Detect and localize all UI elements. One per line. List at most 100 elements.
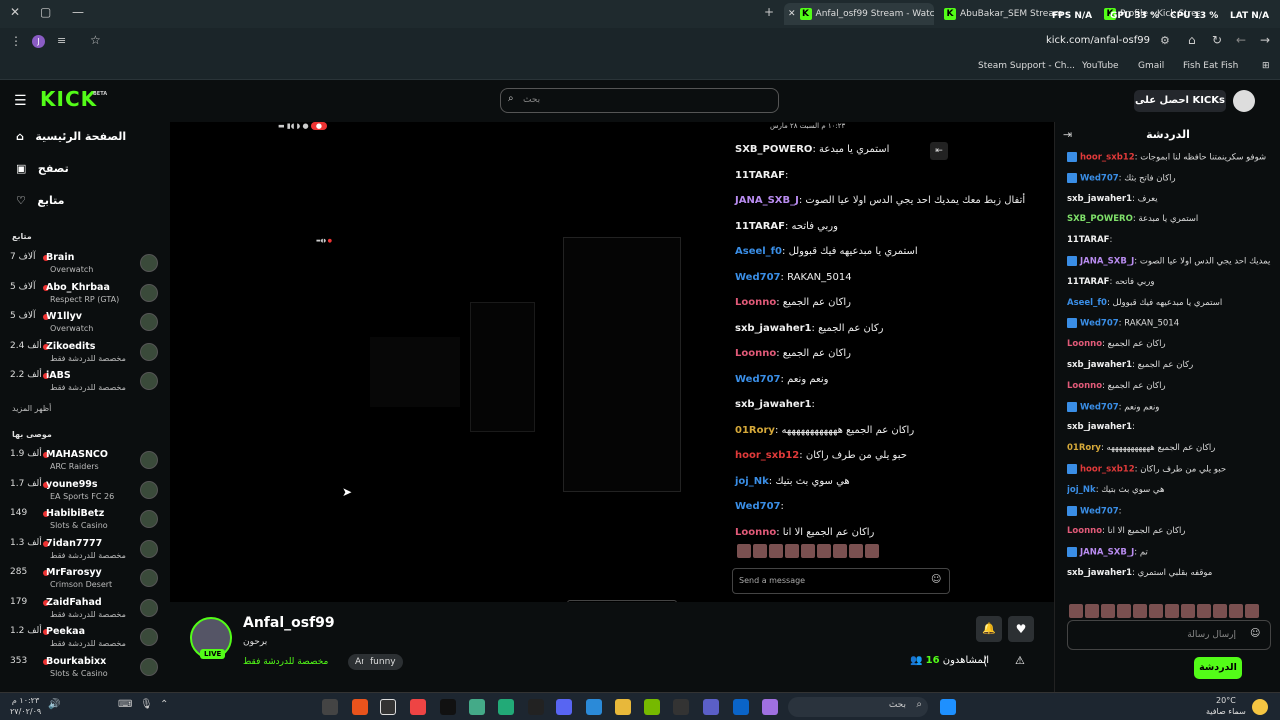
- url-text[interactable]: kick.com/anfal-osf99: [1046, 35, 1150, 46]
- notification-bell-icon[interactable]: 🔔: [976, 616, 1002, 642]
- chat-username[interactable]: Loonno: [1067, 339, 1102, 349]
- restore-window-icon[interactable]: ▢: [40, 5, 51, 19]
- app-icon-2[interactable]: [673, 699, 689, 715]
- streamer-name[interactable]: Anfal_osf99: [243, 615, 335, 631]
- chat-username[interactable]: hoor_sxb12: [1080, 153, 1135, 163]
- tag-funny[interactable]: funny: [363, 654, 403, 670]
- chat-username[interactable]: Wed707: [1080, 173, 1119, 183]
- reading-list-icon[interactable]: ≡: [57, 34, 66, 47]
- back-icon[interactable]: →: [1260, 33, 1270, 47]
- recommended-channel[interactable]: 149 HabibiBetz Slots & Casino: [10, 508, 160, 538]
- keyboard-icon[interactable]: ⌨: [118, 699, 134, 715]
- user-avatar[interactable]: [1233, 90, 1255, 112]
- chat-username[interactable]: 11TARAF: [1067, 235, 1109, 245]
- kick-logo[interactable]: KICK: [40, 87, 97, 111]
- taskbar-search[interactable]: بحث ⌕: [788, 697, 928, 717]
- teams-icon[interactable]: [703, 699, 719, 715]
- following-channel[interactable]: 5 آلاف Abo_Khrbaa Respect RP (GTA): [10, 282, 160, 312]
- recommended-channel[interactable]: 353 Bourkabixx Slots & Casino: [10, 656, 160, 686]
- capcut-icon[interactable]: [528, 699, 544, 715]
- tab-anfal[interactable]: ✕ K Anfal_osf99 Stream - Watc: [784, 3, 934, 25]
- volume-icon[interactable]: 🔊: [48, 699, 64, 715]
- following-channel[interactable]: 5 آلاف W1llyv Overwatch: [10, 311, 160, 341]
- bookmark-steam[interactable]: Steam Support - Ch...: [978, 61, 1075, 71]
- chat-username[interactable]: Wed707: [1080, 402, 1119, 412]
- bookmark-star-icon[interactable]: ☆: [90, 33, 101, 47]
- home-browser-icon[interactable]: ⌂: [1188, 33, 1196, 47]
- chat-username[interactable]: Loonno: [1067, 381, 1102, 391]
- bookmarks-folder-icon[interactable]: ⊞: [1262, 61, 1270, 71]
- brave-icon[interactable]: [352, 699, 368, 715]
- chat-username[interactable]: Aseel_f0: [1067, 298, 1107, 308]
- tiktok-icon[interactable]: [440, 699, 456, 715]
- recommended-channel[interactable]: 1.3 ألف 7idan7777 مخصصة للدردشة فقط: [10, 538, 160, 568]
- nvidia-icon[interactable]: [644, 699, 660, 715]
- app-a-icon[interactable]: [410, 699, 426, 715]
- tray-chevron-icon[interactable]: ⌃: [160, 699, 176, 715]
- chat-username[interactable]: JANA_SXB_J: [1080, 548, 1134, 558]
- emoji-icon[interactable]: ☺: [1250, 628, 1260, 639]
- app-icon[interactable]: [322, 699, 338, 715]
- recommended-channel[interactable]: 1.7 ألف youne99s EA Sports FC 26: [10, 479, 160, 509]
- hamburger-menu-icon[interactable]: ☰: [14, 93, 27, 109]
- epic-games-icon[interactable]: [380, 699, 396, 715]
- profile-avatar-icon[interactable]: J: [32, 35, 45, 48]
- bookmark-gmail[interactable]: Gmail: [1138, 61, 1164, 71]
- recommended-channel[interactable]: 285 MrFarosyy Crimson Desert: [10, 567, 160, 597]
- edge-icon[interactable]: [586, 699, 602, 715]
- report-icon[interactable]: ⚠: [1015, 654, 1025, 667]
- chat-username[interactable]: sxb_jawaher1: [1067, 422, 1132, 432]
- mic-icon[interactable]: 🎙: [140, 699, 156, 715]
- chat-username[interactable]: sxb_jawaher1: [1067, 568, 1132, 578]
- bookmark-youtube[interactable]: YouTube: [1082, 61, 1119, 71]
- follow-heart-icon[interactable]: ♥: [1008, 616, 1034, 642]
- chat-username[interactable]: JANA_SXB_J: [1080, 257, 1134, 267]
- nav-following[interactable]: ♡ متابع: [16, 194, 64, 207]
- bookmark-fish[interactable]: Fish Eat Fish: [1183, 61, 1238, 71]
- chat-username[interactable]: sxb_jawaher1: [1067, 194, 1132, 204]
- reload-icon[interactable]: ↻: [1212, 33, 1222, 47]
- chat-username[interactable]: joj_Nk: [1067, 485, 1096, 495]
- site-settings-icon[interactable]: ⚙: [1160, 34, 1170, 47]
- chat-username[interactable]: Loonno: [1067, 526, 1102, 536]
- following-channel[interactable]: 2.2 ألف iABS مخصصة للدردشة فقط: [10, 370, 160, 400]
- recommended-channel[interactable]: 179 ZaidFahad مخصصة للدردشة فقط: [10, 597, 160, 627]
- minimize-window-icon[interactable]: —: [72, 5, 84, 19]
- xbox-icon[interactable]: [498, 699, 514, 715]
- nav-home[interactable]: ⌂ الصفحة الرئيسية: [16, 130, 126, 143]
- copilot-icon[interactable]: [762, 699, 778, 715]
- discord-icon[interactable]: [556, 699, 572, 715]
- get-kicks-button[interactable]: احصل على KICKs: [1134, 90, 1226, 112]
- search-input[interactable]: ⌕ بحث: [500, 88, 779, 113]
- chat-username[interactable]: 11TARAF: [1067, 277, 1109, 287]
- show-more-link[interactable]: أظهر المزيد: [12, 404, 51, 413]
- recommended-channel[interactable]: 1.2 ألف Peekaa مخصصة للدردشة فقط: [10, 626, 160, 656]
- tab-abubakar[interactable]: KAbuBakar_SEM Stream - Wat: [940, 3, 1070, 25]
- chat-username[interactable]: SXB_POWERO: [1067, 214, 1133, 224]
- outlook-icon[interactable]: [733, 699, 749, 715]
- nav-browse[interactable]: ▣ تصفح: [16, 162, 69, 175]
- share-icon[interactable]: ⟨: [983, 655, 987, 668]
- forward-icon[interactable]: ←: [1236, 33, 1246, 47]
- chat-username[interactable]: Wed707: [1080, 319, 1119, 329]
- close-window-icon[interactable]: ✕: [10, 5, 20, 19]
- file-explorer-icon[interactable]: [615, 699, 631, 715]
- tab-close-icon[interactable]: ✕: [788, 9, 796, 19]
- new-tab-icon[interactable]: +: [764, 5, 774, 19]
- chrome-icon[interactable]: [469, 699, 485, 715]
- chat-username[interactable]: 01Rory: [1067, 443, 1101, 453]
- following-channel[interactable]: 7 آلاف Brain Overwatch: [10, 252, 160, 282]
- windows-start-icon[interactable]: [940, 699, 956, 715]
- video-player[interactable]: ▬ ▮◖ ◗ ● ● ▬◖◗ ● ١٠:٢٣ م السبت ٢٨ مارس ⇤…: [170, 122, 1054, 610]
- following-channel[interactable]: 2.4 ألف Zikoedits مخصصة للدردشة فقط: [10, 341, 160, 371]
- clock[interactable]: ١٠:٢٣ م ٢٧/٠٢/٠٩: [10, 695, 41, 717]
- chat-send-button[interactable]: الدردشة: [1194, 657, 1242, 679]
- recommended-channel[interactable]: 1.9 ألف MAHASNCO ARC Raiders: [10, 449, 160, 479]
- menu-dots-icon[interactable]: ⋮: [10, 34, 22, 48]
- chat-username[interactable]: Wed707: [1080, 506, 1119, 516]
- weather[interactable]: 20°C سماء صافية: [1206, 695, 1246, 717]
- chat-username[interactable]: hoor_sxb12: [1080, 465, 1135, 475]
- chat-message-input[interactable]: إرسال رسالة ☺: [1067, 620, 1271, 650]
- chat-username[interactable]: sxb_jawaher1: [1067, 360, 1132, 370]
- stream-category[interactable]: مخصصة للدردشة فقط: [243, 657, 328, 667]
